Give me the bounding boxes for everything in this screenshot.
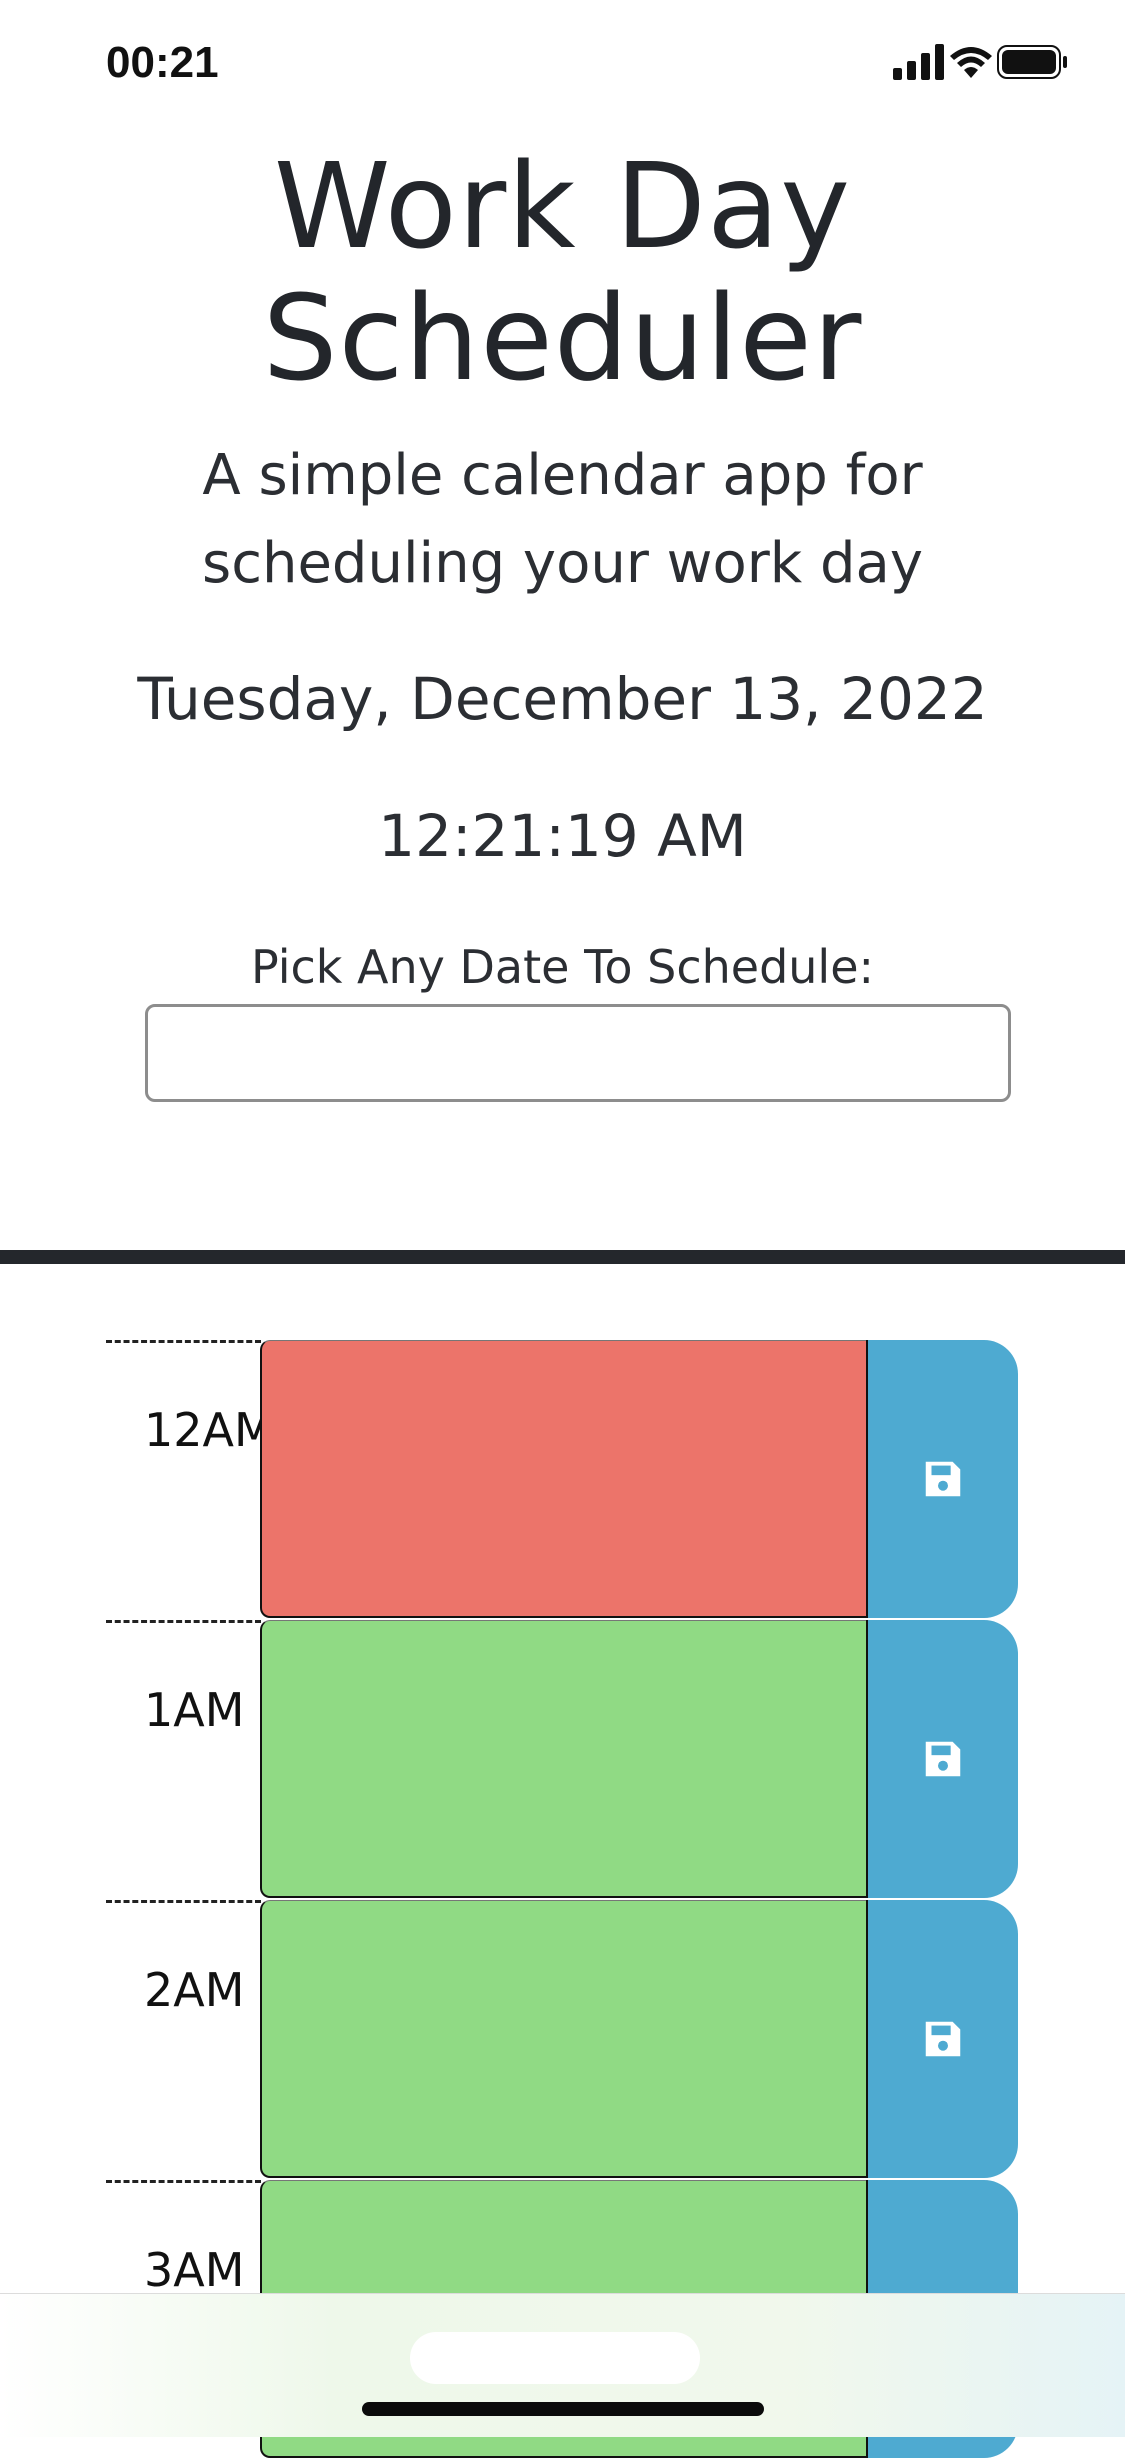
hour-label: 3AM xyxy=(144,2243,245,2297)
floppy-disk-icon xyxy=(925,1461,961,1497)
floppy-disk-icon xyxy=(925,1741,961,1777)
page-title: Work Day Scheduler xyxy=(262,137,863,407)
time-block-12am: 12AM xyxy=(0,1340,1125,1618)
hour-cell: 1AM xyxy=(106,1620,261,1901)
date-picker-label: Pick Any Date To Schedule: xyxy=(250,940,875,994)
time-block-1am: 1AM xyxy=(0,1620,1125,1898)
current-time: 12:21:19 AM xyxy=(378,802,747,870)
hour-cell: 2AM xyxy=(106,1900,261,2181)
cellular-signal-icon xyxy=(893,44,944,80)
hour-label: 2AM xyxy=(144,1963,245,2017)
save-button[interactable] xyxy=(866,1340,1018,1618)
home-indicator[interactable] xyxy=(362,2402,764,2416)
current-date: Tuesday, December 13, 2022 xyxy=(137,665,988,733)
event-textarea[interactable] xyxy=(260,1340,868,1618)
hour-cell: 12AM xyxy=(106,1340,274,1621)
save-button[interactable] xyxy=(866,1620,1018,1898)
floppy-disk-icon xyxy=(925,2021,961,2057)
section-divider xyxy=(0,1250,1125,1264)
battery-icon xyxy=(997,45,1067,79)
schedule-list: 12AM 1AM 2AM 3AM xyxy=(0,1340,1125,2460)
browser-bottom-bar xyxy=(0,2293,1125,2437)
hour-label: 1AM xyxy=(144,1683,245,1737)
hour-label: 12AM xyxy=(144,1403,274,1457)
status-time: 00:21 xyxy=(106,38,219,87)
save-button[interactable] xyxy=(866,1900,1018,2178)
wifi-icon xyxy=(950,47,992,78)
event-textarea[interactable] xyxy=(260,1900,868,2178)
header: Work Day Scheduler A simple calendar app… xyxy=(0,140,1125,608)
status-bar: 00:21 xyxy=(0,0,1125,130)
event-textarea[interactable] xyxy=(260,1620,868,1898)
page-lead: A simple calendar app for scheduling you… xyxy=(202,443,923,596)
url-pill xyxy=(410,2332,700,2384)
time-block-2am: 2AM xyxy=(0,1900,1125,2178)
date-picker-input[interactable] xyxy=(145,1004,1011,1102)
